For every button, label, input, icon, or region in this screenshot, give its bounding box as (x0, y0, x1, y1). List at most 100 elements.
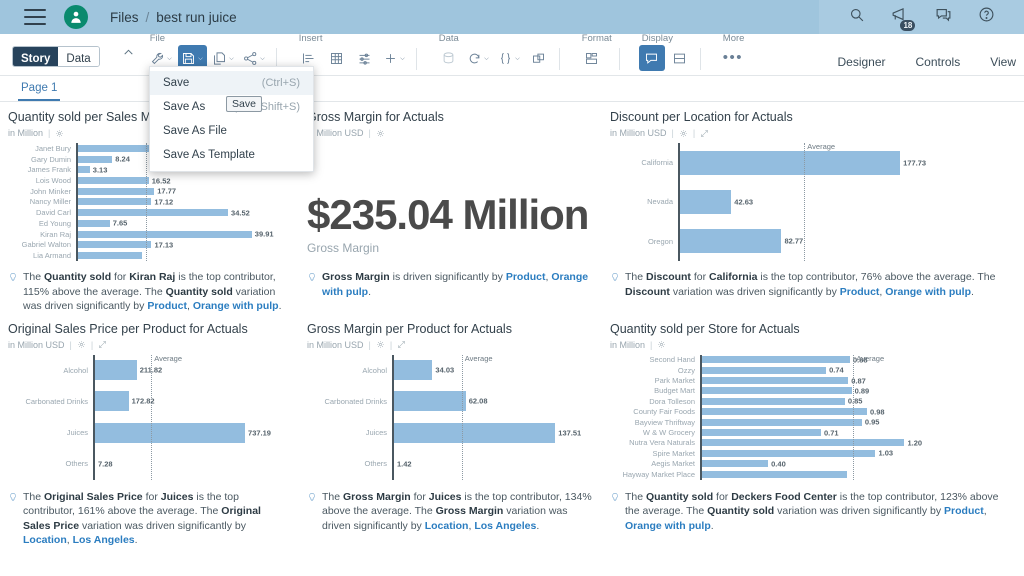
bar-row[interactable]: David Carl 34.52 (8, 207, 302, 218)
menu-hamburger-icon[interactable] (24, 9, 46, 25)
insight-link[interactable]: Product (147, 300, 187, 312)
bar-fill[interactable] (700, 429, 821, 437)
collapse-toolbar-icon[interactable] (122, 46, 135, 64)
insert-filter-button[interactable] (352, 45, 378, 71)
menu-item-save-as-file[interactable]: Save As File (150, 119, 313, 143)
bar-fill[interactable] (76, 155, 113, 163)
bar-row[interactable]: Lois Wood 16.52 (8, 175, 302, 186)
bar-row[interactable]: Alcohol 34.03 (307, 355, 605, 386)
tile-original-sales-price-per-product[interactable]: Original Sales Price per Product for Act… (0, 320, 302, 480)
insight-link[interactable]: Orange with pulp (625, 520, 711, 532)
bar-fill[interactable] (700, 470, 847, 478)
insight-link[interactable]: Orange with pulp (885, 286, 971, 298)
bar-row[interactable]: Others 1.42 (307, 448, 605, 479)
bar-fill[interactable] (700, 460, 769, 468)
save-dropdown-menu[interactable]: Save (Ctrl+S) Save As (Ctrl+Shift+S) Save As… (149, 66, 314, 172)
bar-fill[interactable] (76, 241, 152, 249)
bar-row[interactable]: Park Market 0.87 (610, 375, 1016, 385)
gear-icon[interactable] (77, 340, 86, 349)
comments-icon[interactable] (935, 6, 952, 28)
insight-link[interactable]: Product (944, 505, 984, 517)
bar-fill[interactable] (700, 387, 852, 395)
display-split-button[interactable] (667, 45, 693, 71)
bar-fill[interactable] (76, 166, 90, 174)
bar-row[interactable]: Kiran Raj 39.91 (8, 229, 302, 240)
view-button[interactable]: View (990, 55, 1016, 69)
bar-row[interactable]: Bayview Thriftway 0.95 (610, 417, 1016, 427)
bar-fill[interactable] (700, 397, 845, 405)
insight-link[interactable]: Orange with pulp (193, 300, 279, 312)
insight-link[interactable]: Product (506, 271, 546, 283)
bar-row[interactable]: Lia Armand (8, 250, 302, 261)
bar-row[interactable]: Others 7.28 (8, 448, 302, 479)
formula-button[interactable] (495, 45, 524, 71)
bar-row[interactable]: Nutra Vera Naturals 1.20 (610, 438, 1016, 448)
bar-fill[interactable] (93, 422, 246, 443)
user-avatar[interactable] (64, 5, 88, 29)
insight-link[interactable]: Los Angeles (73, 534, 135, 546)
menu-item-save-as-template[interactable]: Save As Template (150, 143, 313, 167)
format-layout-button[interactable] (579, 45, 605, 71)
bar-fill[interactable] (700, 449, 876, 457)
bar-fill[interactable] (700, 408, 867, 416)
expand-icon[interactable] (700, 129, 709, 138)
bar-row[interactable]: Juices 137.51 (307, 417, 605, 448)
help-icon[interactable] (978, 6, 995, 28)
insight-link[interactable]: Location (425, 520, 469, 532)
bar-fill[interactable] (700, 377, 849, 385)
bar-chart[interactable]: California 177.73 Nevada 42.63 Oregon 82.77 Av… (610, 142, 1016, 261)
gear-icon[interactable] (657, 340, 666, 349)
bar-fill[interactable] (700, 356, 850, 364)
designer-button[interactable]: Designer (837, 55, 885, 69)
refresh-button[interactable] (464, 45, 493, 71)
bar-fill[interactable] (76, 177, 149, 185)
bar-row[interactable]: Carbonated Drinks 62.08 (307, 386, 605, 417)
bar-row[interactable]: Oregon 82.77 (610, 222, 1016, 261)
bar-chart[interactable]: Alcohol 34.03 Carbonated Drinks 62.08 Juices… (307, 354, 605, 480)
bar-row[interactable]: Ozzy 0.74 (610, 365, 1016, 375)
insight-link[interactable]: Product (840, 286, 880, 298)
tile-gross-margin-kpi[interactable]: Gross Margin for Actuals in Million USD … (302, 108, 605, 261)
bar-row[interactable]: John Minker 17.77 (8, 186, 302, 197)
bar-row[interactable]: County Fair Foods 0.98 (610, 407, 1016, 417)
gear-icon[interactable] (679, 129, 688, 138)
insight-link[interactable]: Location (23, 534, 67, 546)
linked-analysis-button[interactable] (526, 45, 552, 71)
breadcrumb-root[interactable]: Files (110, 10, 139, 25)
bar-fill[interactable] (700, 439, 905, 447)
bar-fill[interactable] (93, 360, 137, 381)
bar-row[interactable]: Dora Tolleson 0.85 (610, 396, 1016, 406)
bar-fill[interactable] (678, 189, 732, 214)
tile-discount-per-location[interactable]: Discount per Location for Actuals in Mil… (605, 108, 1016, 261)
tile-gross-margin-per-product[interactable]: Gross Margin per Product for Actuals in … (302, 320, 605, 480)
bar-fill[interactable] (76, 198, 152, 206)
insert-table-button[interactable] (324, 45, 350, 71)
bar-fill[interactable] (76, 187, 155, 195)
insight-link[interactable]: Los Angeles (474, 520, 536, 532)
bar-row[interactable]: Spire Market 1.03 (610, 448, 1016, 458)
mode-data-button[interactable]: Data (58, 47, 99, 66)
insert-more-button[interactable] (380, 45, 409, 71)
gear-icon[interactable] (376, 129, 385, 138)
bar-fill[interactable] (678, 229, 782, 254)
bar-row[interactable]: Hayway Market Place (610, 469, 1016, 479)
bar-fill[interactable] (678, 150, 901, 175)
menu-item-save[interactable]: Save (Ctrl+S) (150, 71, 313, 95)
mode-story-button[interactable]: Story (13, 47, 59, 66)
controls-button[interactable]: Controls (916, 55, 961, 69)
bar-fill[interactable] (392, 422, 556, 443)
expand-icon[interactable] (397, 340, 406, 349)
bar-row[interactable]: Budget Mart 0.89 (610, 386, 1016, 396)
tile-quantity-per-store[interactable]: Quantity sold per Store for Actuals in M… (605, 320, 1016, 480)
bar-fill[interactable] (76, 219, 110, 227)
bar-fill[interactable] (76, 252, 143, 260)
bar-fill[interactable] (700, 418, 862, 426)
bar-row[interactable]: Ed Young 7.65 (8, 218, 302, 229)
bar-chart[interactable]: Second Hand 0.88 Ozzy 0.74 Park Market 0.87 Bu… (610, 354, 1016, 480)
bar-row[interactable]: Gabriel Walton 17.13 (8, 239, 302, 250)
search-icon[interactable] (848, 6, 865, 28)
bar-row[interactable]: Nevada 42.63 (610, 182, 1016, 221)
display-comments-button[interactable] (638, 45, 665, 71)
expand-icon[interactable] (98, 340, 107, 349)
gear-icon[interactable] (55, 129, 64, 138)
